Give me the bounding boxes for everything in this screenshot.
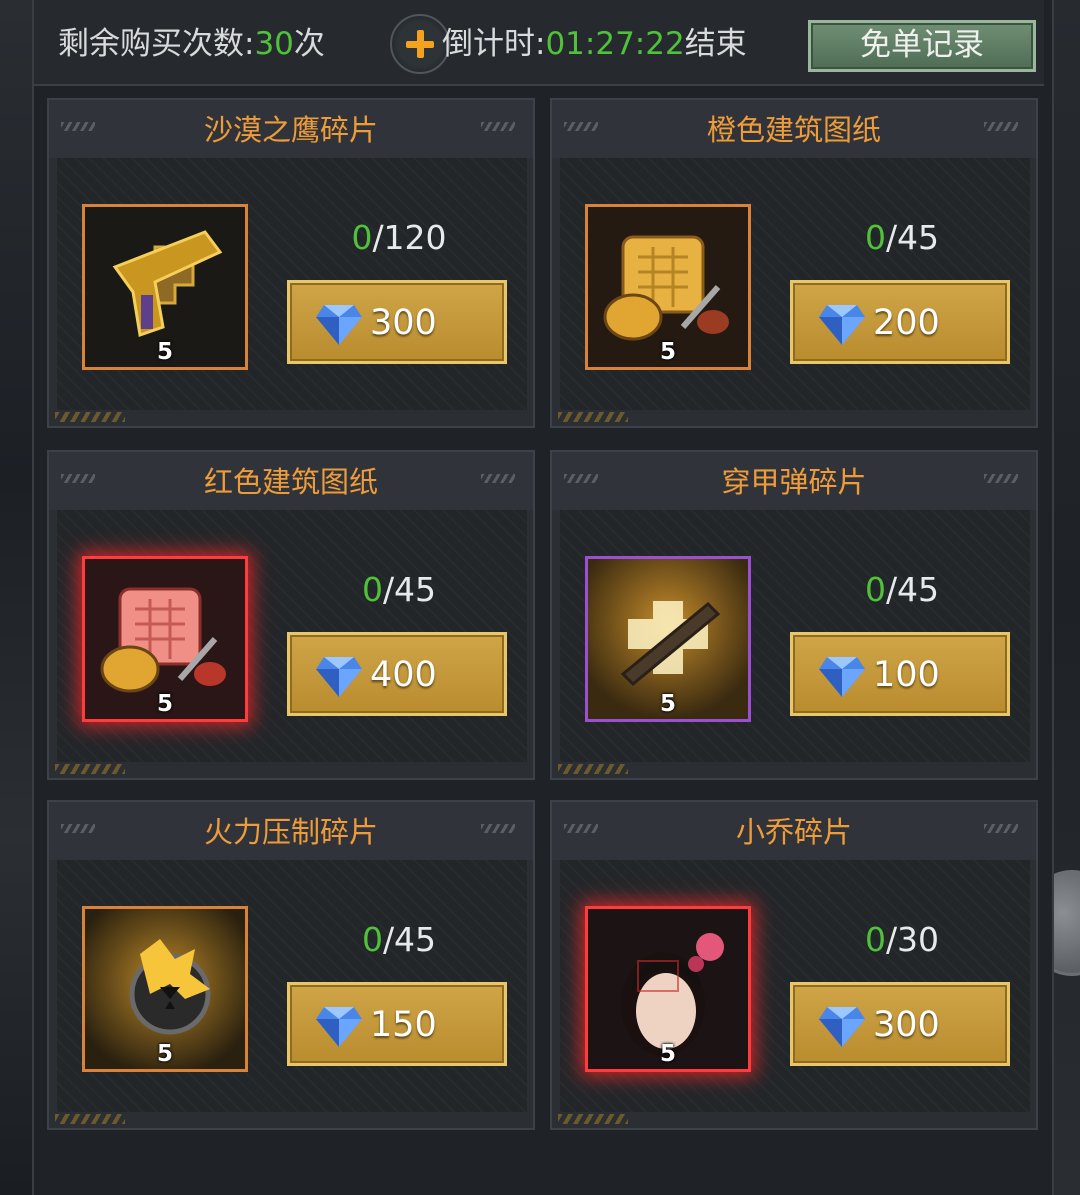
item-quantity: 5 [659,339,676,365]
item-quantity: 5 [659,691,676,717]
item-title: 红色建筑图纸 [203,465,378,499]
remaining-unit: 次 [293,26,325,62]
shop-top-bar: 剩余购买次数:30次 倒计时:01:27:22结束 免单记录 [34,0,1044,86]
item-title: 火力压制碎片 [203,815,378,849]
item-title: 穿甲弹碎片 [721,465,867,499]
diamond-gem-icon [819,1007,865,1047]
item-quantity: 5 [659,1041,676,1067]
desert-eagle-pistol-icon[interactable]: 5 [82,204,248,370]
item-progress-total: /30 [885,920,940,959]
buy-button[interactable]: 150 [287,982,507,1066]
red-blueprint-icon[interactable]: 5 [82,556,248,722]
buy-button[interactable]: 300 [287,280,507,364]
item-title: 橙色建筑图纸 [706,113,881,147]
background-right-edge [1050,0,1080,1195]
diamond-gem-icon [316,657,362,697]
free-order-record-button[interactable]: 免单记录 [808,20,1036,72]
item-progress: 0/30 [822,918,982,962]
buy-button[interactable]: 300 [790,982,1010,1066]
diamond-gem-icon [819,657,865,697]
shop-item-card: 红色建筑图纸 5 0/45 400 [47,450,535,780]
item-progress-total: /45 [382,570,437,609]
diamond-gem-icon [819,305,865,345]
item-progress-total: /45 [885,218,940,257]
add-purchases-button[interactable] [390,14,450,74]
shop-item-card: 小乔碎片 5 0/30 300 [550,800,1038,1130]
remaining-label: 剩余购买次数: [58,26,255,62]
item-progress: 0/45 [319,918,479,962]
item-progress: 0/45 [822,216,982,260]
item-owned: 0 [864,218,886,257]
orange-blueprint-icon[interactable]: 5 [585,204,751,370]
price-value: 100 [873,655,940,695]
buy-button[interactable]: 200 [790,280,1010,364]
item-owned: 0 [361,570,383,609]
diamond-gem-icon [316,1007,362,1047]
countdown-label: 倒计时: [442,26,546,62]
item-progress: 0/45 [319,568,479,612]
shop-item-card: 穿甲弹碎片 5 0/45 100 [550,450,1038,780]
item-progress-total: /45 [382,920,437,959]
item-quantity: 5 [156,691,173,717]
armor-piercing-bullet-icon[interactable]: 5 [585,556,751,722]
background-left-edge [0,0,32,1195]
countdown-suffix: 结束 [684,26,747,62]
price-value: 150 [370,1005,437,1045]
price-value: 300 [873,1005,940,1045]
item-title: 沙漠之鹰碎片 [203,113,378,147]
item-progress-total: /120 [372,218,447,257]
xiaoqiao-portrait-icon[interactable]: 5 [585,906,751,1072]
item-progress: 0/120 [319,216,479,260]
remaining-purchases: 剩余购买次数:30次 [58,22,325,66]
item-progress-total: /45 [885,570,940,609]
item-owned: 0 [864,920,886,959]
fire-suppression-icon[interactable]: 5 [82,906,248,1072]
item-owned: 0 [361,920,383,959]
price-value: 400 [370,655,437,695]
remaining-count: 30 [254,26,294,62]
diamond-gem-icon [316,305,362,345]
item-quantity: 5 [156,1041,173,1067]
buy-button[interactable]: 400 [287,632,507,716]
countdown-time: 01:27:22 [545,26,685,62]
item-owned: 0 [864,570,886,609]
item-title: 小乔碎片 [735,815,852,849]
price-value: 200 [873,303,940,343]
shop-item-card: 火力压制碎片 5 0/45 150 [47,800,535,1130]
item-progress: 0/45 [822,568,982,612]
shop-item-card: 橙色建筑图纸 5 0/45 200 [550,98,1038,428]
shop-item-card: 沙漠之鹰碎片 5 0/120 300 [47,98,535,428]
buy-button[interactable]: 100 [790,632,1010,716]
countdown: 倒计时:01:27:22结束 [442,22,747,66]
item-quantity: 5 [156,339,173,365]
price-value: 300 [370,303,437,343]
item-owned: 0 [351,218,373,257]
